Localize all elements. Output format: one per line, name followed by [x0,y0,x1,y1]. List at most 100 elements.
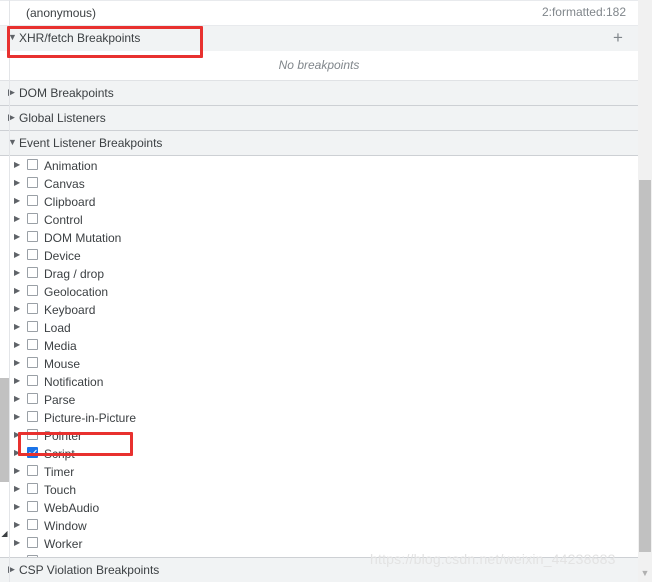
checkbox-unchecked[interactable] [27,429,38,441]
checkbox-unchecked[interactable] [27,465,38,477]
chevron-right-icon[interactable]: ▶ [14,210,27,228]
checkbox-unchecked[interactable] [27,231,38,243]
chevron-right-icon[interactable]: ▶ [14,156,27,174]
chevron-right-icon[interactable]: ▶ [14,372,27,390]
left-scrollbar-thumb[interactable] [0,378,9,482]
event-category-label: Picture-in-Picture [44,410,137,425]
chevron-right-icon[interactable]: ▶ [14,408,27,426]
chevron-right-icon[interactable]: ▶ [14,480,27,498]
event-category-row[interactable]: ▶ Geolocation [0,282,638,300]
event-category-label: Timer [44,464,75,479]
event-category-label: Canvas [44,176,85,191]
checkbox-unchecked[interactable] [27,177,38,189]
checkbox-unchecked[interactable] [27,483,38,495]
section-title-xhr-fetch-breakpoints: XHR/fetch Breakpoints [19,31,141,45]
section-title-global-listeners: Global Listeners [19,111,106,125]
checkbox-unchecked[interactable] [27,321,38,333]
event-category-label: Script [44,446,75,461]
chevron-right-icon[interactable]: ▶ [14,300,27,318]
event-category-label: Control [44,212,83,227]
event-category-row[interactable]: ▶ Mouse [0,354,638,372]
event-category-row[interactable]: ▶ WebAudio [0,498,638,516]
section-header-dom-breakpoints[interactable]: ▶ DOM Breakpoints [0,81,638,106]
checkbox-unchecked[interactable] [27,519,38,531]
breakpoints-content-column: (anonymous) 2:formatted:182 ▼ XHR/fetch B… [0,0,638,582]
event-category-row[interactable]: ▶ Device [0,246,638,264]
checkbox-unchecked[interactable] [27,285,38,297]
chevron-right-icon[interactable]: ▶ [14,534,27,552]
checkbox-unchecked[interactable] [27,195,38,207]
devtools-sources-breakpoints-panel: (anonymous) 2:formatted:182 ▼ XHR/fetch B… [0,0,652,582]
left-scrollbar[interactable]: ◢ [0,0,10,582]
event-category-row[interactable]: ▶ Notification [0,372,638,390]
chevron-right-icon[interactable]: ▶ [14,282,27,300]
checkbox-unchecked[interactable] [27,501,38,513]
chevron-right-icon[interactable]: ▶ [14,426,27,444]
chevron-right-icon[interactable]: ▶ [14,390,27,408]
section-header-global-listeners[interactable]: ▶ Global Listeners [0,106,638,131]
event-category-row[interactable]: ▶ Load [0,318,638,336]
checkbox-unchecked[interactable] [27,339,38,351]
add-xhr-breakpoint-button[interactable]: + [610,26,626,51]
chevron-right-icon[interactable]: ▶ [14,516,27,534]
chevron-right-icon[interactable]: ▶ [14,444,27,462]
section-header-xhr-fetch-breakpoints[interactable]: ▼ XHR/fetch Breakpoints + [0,26,638,51]
event-category-row[interactable]: ▶ Picture-in-Picture [0,408,638,426]
event-listener-category-list: ▶ Animation ▶ Canvas ▶ Clipboard ▶ Control ▶ DOM … [0,156,638,570]
checkbox-unchecked[interactable] [27,393,38,405]
chevron-right-icon[interactable]: ▶ [14,462,27,480]
scrollbar-down-arrow-icon[interactable]: ▼ [639,568,651,580]
event-category-row[interactable]: ▶ Pointer [0,426,638,444]
event-category-row[interactable]: ▶ DOM Mutation [0,228,638,246]
chevron-right-icon[interactable]: ▶ [14,174,27,192]
checkbox-unchecked[interactable] [27,303,38,315]
left-scrollbar-arrow-icon[interactable]: ◢ [0,528,9,540]
checkbox-unchecked[interactable] [27,159,38,171]
section-header-csp-violation-breakpoints[interactable]: ▶ CSP Violation Breakpoints [0,557,638,582]
event-category-row[interactable]: ▶ Media [0,336,638,354]
chevron-right-icon[interactable]: ▶ [14,192,27,210]
checkbox-unchecked[interactable] [27,249,38,261]
event-category-row[interactable]: ▶ Animation [0,156,638,174]
event-category-row[interactable]: ▶ Canvas [0,174,638,192]
event-category-row[interactable]: ▶ Control [0,210,638,228]
section-title-event-listener-breakpoints: Event Listener Breakpoints [19,136,163,150]
vertical-scrollbar[interactable]: ▼ [638,0,652,582]
event-category-row[interactable]: ▶ Clipboard [0,192,638,210]
event-category-label: Mouse [44,356,81,371]
event-category-row[interactable]: ▶ Script [0,444,638,462]
event-category-row[interactable]: ▶ Worker [0,534,638,552]
checkbox-unchecked[interactable] [27,357,38,369]
checkbox-checked[interactable] [27,447,38,459]
chevron-right-icon[interactable]: ▶ [14,354,27,372]
chevron-right-icon[interactable]: ▶ [14,318,27,336]
event-category-label: Media [44,338,77,353]
chevron-right-icon[interactable]: ▶ [14,336,27,354]
section-title-dom-breakpoints: DOM Breakpoints [19,86,114,100]
section-title-csp-violation-breakpoints: CSP Violation Breakpoints [19,563,160,577]
left-scrollbar-notch [0,540,10,556]
checkbox-unchecked[interactable] [27,213,38,225]
event-category-label: Keyboard [44,302,96,317]
checkbox-unchecked[interactable] [27,375,38,387]
event-category-label: Notification [44,374,104,389]
event-category-label: DOM Mutation [44,230,122,245]
chevron-right-icon[interactable]: ▶ [14,228,27,246]
event-category-row[interactable]: ▶ Touch [0,480,638,498]
checkbox-unchecked[interactable] [27,267,38,279]
section-header-event-listener-breakpoints[interactable]: ▼ Event Listener Breakpoints [0,131,638,156]
event-category-row[interactable]: ▶ Timer [0,462,638,480]
event-category-row[interactable]: ▶ Keyboard [0,300,638,318]
call-stack-frame-row[interactable]: (anonymous) 2:formatted:182 [0,0,638,26]
chevron-right-icon[interactable]: ▶ [14,264,27,282]
event-category-row[interactable]: ▶ Parse [0,390,638,408]
checkbox-unchecked[interactable] [27,411,38,423]
checkbox-unchecked[interactable] [27,537,38,549]
chevron-right-icon[interactable]: ▶ [14,498,27,516]
event-category-row[interactable]: ▶ Drag / drop [0,264,638,282]
vertical-scrollbar-thumb[interactable] [639,180,651,552]
event-category-label: Window [44,518,87,533]
event-category-label: Load [44,320,71,335]
event-category-row[interactable]: ▶ Window [0,516,638,534]
chevron-right-icon[interactable]: ▶ [14,246,27,264]
